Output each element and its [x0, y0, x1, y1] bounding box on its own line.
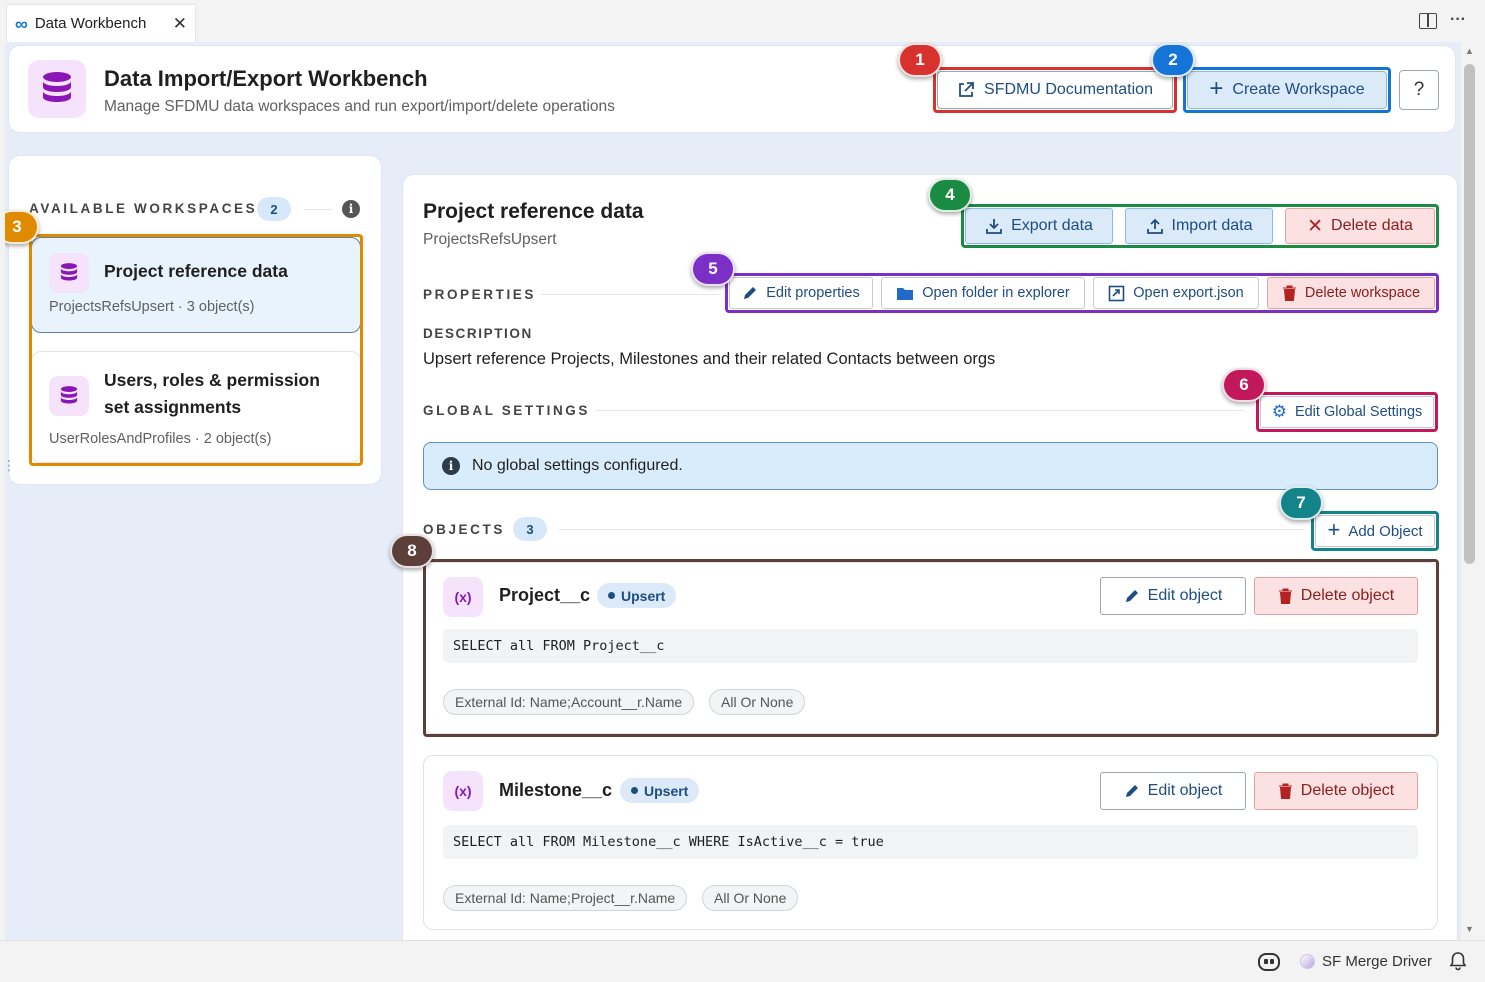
highlight-ring-5 [725, 273, 1439, 313]
info-icon[interactable]: i [342, 200, 360, 218]
moon-icon [1300, 954, 1315, 969]
infinity-icon: ∞ [15, 13, 28, 34]
workspaces-section-label: AVAILABLE WORKSPACES [29, 201, 258, 216]
more-actions-icon[interactable]: ··· [1450, 11, 1466, 29]
highlight-ring-3 [29, 234, 363, 466]
info-circle-icon: i [442, 457, 460, 475]
step-marker-7: 7 [1279, 486, 1323, 520]
workspace-details-panel: Project reference data ProjectsRefsUpser… [402, 174, 1458, 940]
step-marker-3: 3 [5, 210, 39, 244]
trash-icon [1278, 783, 1292, 799]
tab-title: Data Workbench [34, 15, 147, 32]
properties-section-label: PROPERTIES [423, 287, 537, 302]
step-marker-8: 8 [390, 534, 434, 568]
copilot-icon[interactable] [1258, 953, 1280, 971]
workspaces-sidebar: AVAILABLE WORKSPACES 2 i Project referen… [8, 155, 382, 485]
workbench-view: Data Import/Export Workbench Manage SFDM… [5, 42, 1461, 940]
section-divider [595, 410, 1245, 411]
external-id-tag: External Id: Name;Project__r.Name [443, 885, 688, 911]
scroll-down-arrow-icon[interactable]: ▼ [1465, 924, 1474, 934]
highlight-ring-4 [961, 204, 1439, 248]
step-marker-5: 5 [691, 252, 735, 286]
page-subtitle: Manage SFDMU data workspaces and run exp… [104, 98, 615, 115]
step-marker-2: 2 [1151, 43, 1195, 77]
object-card-milestone: (x) Milestone__c Upsert Edit object Dele… [423, 755, 1438, 930]
vertical-scrollbar[interactable]: ▲ ▼ [1461, 42, 1480, 940]
section-divider [559, 529, 1305, 530]
soql-query: SELECT all FROM Milestone__c WHERE IsAct… [443, 825, 1418, 859]
description-label: DESCRIPTION [423, 326, 533, 341]
workspaces-count-badge: 2 [257, 197, 291, 221]
notifications-bell-icon[interactable] [1449, 951, 1467, 976]
page-title: Data Import/Export Workbench [104, 66, 428, 91]
workspace-name: ProjectsRefsUpsert [423, 231, 557, 248]
objects-section-label: OBJECTS [423, 522, 505, 537]
tab-bar: ∞ Data Workbench ✕ ··· [0, 0, 1485, 42]
delete-object-button[interactable]: Delete object [1254, 772, 1418, 810]
global-settings-label: GLOBAL SETTINGS [423, 403, 591, 418]
step-marker-4: 4 [928, 178, 972, 212]
highlight-ring-1 [933, 67, 1177, 113]
split-editor-icon[interactable] [1419, 13, 1437, 29]
sidebar-resize-handle[interactable]: ⋮ [5, 458, 16, 472]
operation-badge: Upsert [620, 778, 700, 803]
workspace-title: Project reference data [423, 200, 644, 223]
database-logo-icon [28, 60, 86, 118]
step-marker-1: 1 [898, 43, 942, 77]
all-or-none-tag: All Or None [702, 885, 799, 911]
edit-object-button[interactable]: Edit object [1100, 772, 1246, 810]
step-marker-6: 6 [1222, 368, 1266, 402]
status-bar: SF Merge Driver [0, 940, 1485, 982]
highlight-ring-7 [1311, 511, 1439, 551]
highlight-ring-6 [1256, 392, 1438, 432]
scroll-thumb[interactable] [1464, 64, 1475, 564]
workspace-description: Upsert reference Projects, Milestones an… [423, 350, 996, 368]
close-tab-icon[interactable]: ✕ [173, 14, 187, 34]
no-global-settings-alert: i No global settings configured. [423, 442, 1438, 490]
highlight-ring-2 [1183, 67, 1391, 113]
object-name: Milestone__c [499, 780, 613, 800]
objects-count-badge: 3 [513, 517, 547, 541]
tab-data-workbench[interactable]: ∞ Data Workbench ✕ [6, 4, 196, 42]
scroll-up-arrow-icon[interactable]: ▲ [1465, 46, 1474, 56]
section-divider [304, 209, 332, 210]
help-button[interactable]: ? [1399, 70, 1439, 110]
variable-icon: (x) [443, 771, 483, 811]
alert-message: No global settings configured. [472, 457, 683, 474]
section-divider [541, 294, 721, 295]
page-header: Data Import/Export Workbench Manage SFDM… [8, 45, 1456, 133]
highlight-ring-8 [423, 559, 1439, 737]
pencil-icon [1125, 785, 1138, 797]
extension-status-item[interactable]: SF Merge Driver [1300, 953, 1432, 970]
